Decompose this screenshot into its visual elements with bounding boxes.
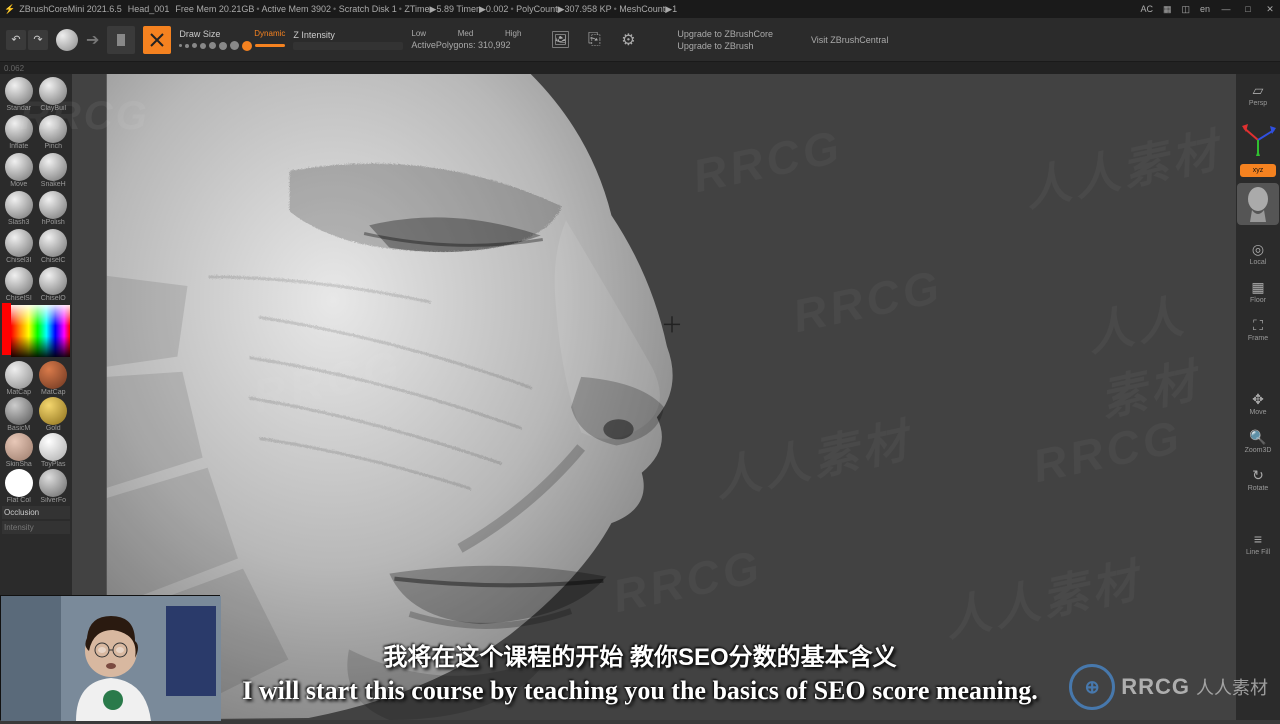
redo-button[interactable]: ↷: [28, 30, 48, 50]
intensity-label[interactable]: Intensity: [2, 521, 70, 534]
brush-chiselo[interactable]: ChiselO: [37, 266, 71, 303]
grid-icon[interactable]: ▦: [1163, 4, 1172, 15]
material-grid: MatCap MatCap BasicM Gold SkinSha ToyPla…: [2, 361, 70, 504]
image-icon[interactable]: 🖼: [549, 29, 571, 51]
arrow-icon: ➔: [86, 30, 99, 50]
status-items: Free Mem 20.21GB Active Mem 3902 Scratch…: [175, 4, 677, 15]
upgrade-core-link[interactable]: Upgrade to ZBrushCore: [677, 29, 773, 39]
gear-icon[interactable]: ⚙: [617, 29, 639, 51]
brush-chiselc[interactable]: ChiselC: [37, 228, 71, 265]
current-color-swatch[interactable]: [2, 303, 11, 355]
visit-central-link[interactable]: Visit ZBrushCentral: [811, 35, 888, 45]
z-intensity-control[interactable]: Z Intensity: [293, 30, 403, 50]
status-polycount: PolyCount▶307.958 KP: [510, 4, 611, 15]
local-button[interactable]: ◎Local: [1240, 237, 1276, 269]
status-meshcount: MeshCount▶1: [614, 4, 678, 15]
xyz-button[interactable]: xyz: [1240, 164, 1276, 177]
occlusion-label[interactable]: Occlusion: [2, 506, 70, 519]
frame-button[interactable]: ⛶Frame: [1240, 313, 1276, 345]
doc-name: Head_001: [128, 4, 170, 14]
status-activemem: Active Mem 3902: [256, 4, 331, 15]
right-nav-panel: ▱Persp xyz ◎Local ▦Floor ⛶Frame ✥Move 🔍Z…: [1236, 74, 1280, 720]
z-intensity-slider[interactable]: [293, 42, 403, 50]
watermark-topleft: RRCG: [20, 94, 150, 139]
status-ztime: ZTime▶5.89 Timer▶0.002: [399, 4, 509, 15]
maximize-button[interactable]: □: [1242, 3, 1254, 15]
ac-label: AC: [1140, 4, 1153, 14]
watermark: RRCG: [1028, 409, 1187, 493]
title-bar: ⚡ ZBrushCoreMini 2021.6.5 Head_001 Free …: [0, 0, 1280, 18]
status-scratch: Scratch Disk 1: [333, 4, 397, 15]
top-toolbar: ↶ ↷ ➔ Draw Size Dynamic Z Intensity Low M…: [0, 18, 1280, 62]
color-picker[interactable]: [11, 305, 70, 357]
info-value: 0.062: [4, 64, 24, 73]
active-polygons: ActivePolygons: 310,992: [411, 40, 521, 50]
layout-icon[interactable]: ◫: [1181, 4, 1190, 15]
rrcg-logo-icon: ⊕: [1069, 664, 1115, 710]
floor-button[interactable]: ▦Floor: [1240, 275, 1276, 307]
watermark: 人人素材: [1080, 270, 1236, 429]
status-freemem: Free Mem 20.21GB: [175, 4, 254, 15]
material-preview-sphere[interactable]: [56, 29, 78, 51]
upgrade-zbrush-link[interactable]: Upgrade to ZBrush: [677, 41, 773, 51]
lang-label[interactable]: en: [1200, 4, 1210, 14]
persp-button[interactable]: ▱Persp: [1240, 78, 1276, 110]
z-intensity-label: Z Intensity: [293, 30, 403, 40]
undo-button[interactable]: ↶: [6, 30, 26, 50]
subtitle-chinese: 我将在这个课程的开始 教你SEO分数的基本含义: [383, 637, 896, 672]
subtitle-english: I will start this course by teaching you…: [242, 676, 1037, 706]
brush-chisel3i[interactable]: Chisel3I: [2, 228, 36, 265]
info-bar: 0.062: [0, 62, 1280, 74]
material-basic[interactable]: BasicM: [2, 397, 36, 432]
viewport-canvas[interactable]: RRCG 人人素材 RRCG 人人素材 人人素材 RRCG RRCG 人人素材 …: [72, 74, 1236, 720]
z-level-labels: Low Med High: [411, 29, 521, 38]
linefill-button[interactable]: ≡Line Fill: [1240, 527, 1276, 559]
tool-slot-1[interactable]: [107, 26, 135, 54]
watermark: 人人素材: [937, 544, 1146, 650]
export-icon[interactable]: ⎘: [583, 29, 605, 51]
material-matcap1[interactable]: MatCap: [2, 361, 36, 396]
move-button[interactable]: ✥Move: [1240, 387, 1276, 419]
dynamic-label: Dynamic: [254, 29, 285, 39]
color-picker-row: [2, 303, 70, 359]
head-preview-thumbnail[interactable]: [1237, 183, 1279, 225]
app-logo-icon: ⚡: [4, 4, 15, 15]
brush-chiselsi[interactable]: ChiselSI: [2, 266, 36, 303]
brush-slash3[interactable]: Slash3: [2, 190, 36, 227]
material-toyplastic[interactable]: ToyPlas: [37, 433, 71, 468]
minimize-button[interactable]: —: [1220, 3, 1232, 15]
close-button[interactable]: ✕: [1264, 3, 1276, 15]
rotate-button[interactable]: ↻Rotate: [1240, 463, 1276, 495]
zoom3d-button[interactable]: 🔍Zoom3D: [1240, 425, 1276, 457]
brush-move[interactable]: Move: [2, 152, 36, 189]
draw-size-label: Draw Size: [179, 29, 220, 39]
axis-gizmo[interactable]: [1238, 118, 1278, 156]
draw-size-dots[interactable]: [179, 41, 285, 51]
draw-size-control[interactable]: Draw Size Dynamic: [179, 29, 285, 51]
rrcg-logo-text: RRCG: [1121, 674, 1190, 700]
material-silverfoil[interactable]: SilverFo: [37, 469, 71, 504]
material-matcap2[interactable]: MatCap: [37, 361, 71, 396]
material-flatcolor[interactable]: Flat Col: [2, 469, 36, 504]
watermark: 人人素材: [1017, 114, 1226, 220]
material-skin[interactable]: SkinSha: [2, 433, 36, 468]
rrcg-logo: ⊕ RRCG 人人素材: [1069, 664, 1268, 710]
brush-hpolish[interactable]: hPolish: [37, 190, 71, 227]
watermark: RRCG: [788, 259, 947, 343]
history-buttons: ↶ ↷: [6, 30, 48, 50]
webcam-overlay: [0, 595, 220, 720]
app-name: ZBrushCoreMini 2021.6.5: [19, 4, 122, 14]
material-gold[interactable]: Gold: [37, 397, 71, 432]
active-brush-icon[interactable]: [143, 26, 171, 54]
brush-snakehook[interactable]: SnakeH: [37, 152, 71, 189]
